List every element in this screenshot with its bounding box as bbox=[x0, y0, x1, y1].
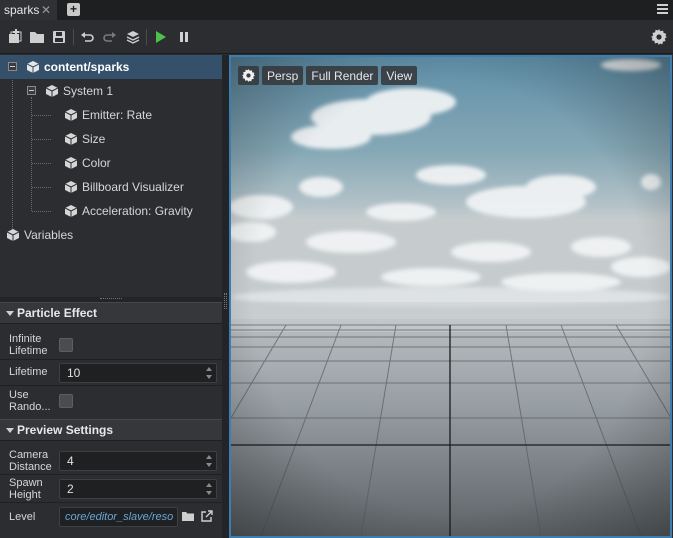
spawn-height-field[interactable]: 2 bbox=[59, 479, 217, 499]
properties-panel: Particle Effect Infinite Lifetime Lifeti… bbox=[0, 302, 222, 538]
scene-viewport[interactable]: Persp Full Render View bbox=[229, 55, 672, 538]
pause-icon[interactable] bbox=[175, 28, 193, 46]
camera-distance-field[interactable]: 4 bbox=[59, 451, 217, 471]
tree-item-label: System 1 bbox=[63, 84, 114, 98]
cube-icon bbox=[46, 85, 58, 97]
section-preview-settings[interactable]: Preview Settings bbox=[0, 419, 222, 441]
tree-item-emitter-rate[interactable]: Emitter: Rate bbox=[0, 103, 222, 127]
camera-distance-label: Camera Distance bbox=[9, 449, 52, 473]
vertical-splitter[interactable] bbox=[222, 55, 229, 538]
tree-item-acceleration-gravity[interactable]: Acceleration: Gravity bbox=[0, 199, 222, 223]
tree-item-content-sparks[interactable]: content/sparks bbox=[0, 55, 222, 79]
toolbar bbox=[0, 20, 673, 54]
cube-icon bbox=[65, 181, 77, 193]
cube-icon bbox=[7, 229, 19, 241]
level-path-field[interactable]: core/editor_slave/reso bbox=[59, 507, 178, 527]
spinner-icon[interactable] bbox=[206, 366, 213, 380]
toolbar-separator bbox=[146, 29, 147, 45]
full-render-button[interactable]: Full Render bbox=[306, 66, 379, 85]
tree-item-label: Acceleration: Gravity bbox=[82, 204, 193, 218]
view-button[interactable]: View bbox=[381, 66, 418, 85]
close-icon[interactable]: ✕ bbox=[41, 3, 51, 17]
play-icon[interactable] bbox=[151, 28, 169, 46]
lifetime-field[interactable]: 10 bbox=[59, 363, 217, 383]
save-icon[interactable] bbox=[50, 28, 68, 46]
tab-label: sparks bbox=[4, 3, 40, 17]
gear-icon[interactable] bbox=[238, 66, 259, 85]
section-title: Preview Settings bbox=[17, 423, 114, 437]
add-tab-icon[interactable]: + bbox=[67, 3, 80, 16]
tree-item-label: Size bbox=[82, 132, 106, 146]
tab-sparks[interactable]: sparks ✕ bbox=[0, 0, 57, 20]
outline-tree: content/sparks System 1 Emitter: Rate Si… bbox=[0, 55, 222, 297]
collapse-toggle-icon[interactable] bbox=[8, 62, 17, 71]
tab-bar: sparks ✕ + bbox=[0, 0, 673, 20]
level-label: Level bbox=[9, 511, 36, 523]
toolbar-separator bbox=[73, 29, 74, 45]
section-particle-effect[interactable]: Particle Effect bbox=[0, 302, 222, 324]
external-link-icon[interactable] bbox=[201, 510, 213, 522]
tree-item-label: Billboard Visualizer bbox=[82, 180, 184, 194]
cube-icon bbox=[65, 109, 77, 121]
tree-item-label: Variables bbox=[24, 228, 74, 242]
undo-icon[interactable] bbox=[78, 28, 96, 46]
section-title: Particle Effect bbox=[17, 306, 98, 320]
tree-item-system-1[interactable]: System 1 bbox=[0, 79, 222, 103]
cube-icon bbox=[65, 205, 77, 217]
spinner-icon[interactable] bbox=[206, 482, 213, 496]
cube-icon bbox=[27, 61, 39, 73]
cube-icon bbox=[65, 133, 77, 145]
gear-icon[interactable] bbox=[650, 28, 668, 46]
spawn-height-label: Spawn Height bbox=[9, 477, 43, 501]
collapse-toggle-icon[interactable] bbox=[27, 86, 36, 95]
tree-item-color[interactable]: Color bbox=[0, 151, 222, 175]
viewport-scene bbox=[231, 57, 670, 536]
open-folder-icon[interactable] bbox=[28, 28, 46, 46]
tree-item-label: Color bbox=[82, 156, 111, 170]
persp-button[interactable]: Persp bbox=[262, 66, 304, 85]
spinner-icon[interactable] bbox=[206, 454, 213, 468]
tree-item-size[interactable]: Size bbox=[0, 127, 222, 151]
tree-item-billboard-visualizer[interactable]: Billboard Visualizer bbox=[0, 175, 222, 199]
add-new-icon[interactable] bbox=[6, 28, 24, 46]
redo-icon[interactable] bbox=[101, 28, 119, 46]
use-random-checkbox[interactable] bbox=[59, 394, 73, 408]
folder-icon[interactable] bbox=[182, 511, 195, 522]
cube-icon bbox=[65, 157, 77, 169]
use-random-label: Use Rando... bbox=[9, 389, 51, 413]
chevron-down-icon bbox=[6, 311, 14, 316]
chevron-down-icon bbox=[6, 428, 14, 433]
hamburger-menu-icon[interactable] bbox=[657, 4, 668, 14]
viewport-toolbar: Persp Full Render View bbox=[238, 66, 418, 85]
infinite-lifetime-checkbox[interactable] bbox=[59, 338, 73, 352]
tree-item-label: content/sparks bbox=[44, 60, 130, 74]
layers-icon[interactable] bbox=[124, 28, 142, 46]
infinite-lifetime-label: Infinite Lifetime bbox=[9, 333, 48, 357]
lifetime-label: Lifetime bbox=[9, 366, 48, 378]
tree-item-variables[interactable]: Variables bbox=[0, 223, 222, 247]
tree-item-label: Emitter: Rate bbox=[82, 108, 153, 122]
